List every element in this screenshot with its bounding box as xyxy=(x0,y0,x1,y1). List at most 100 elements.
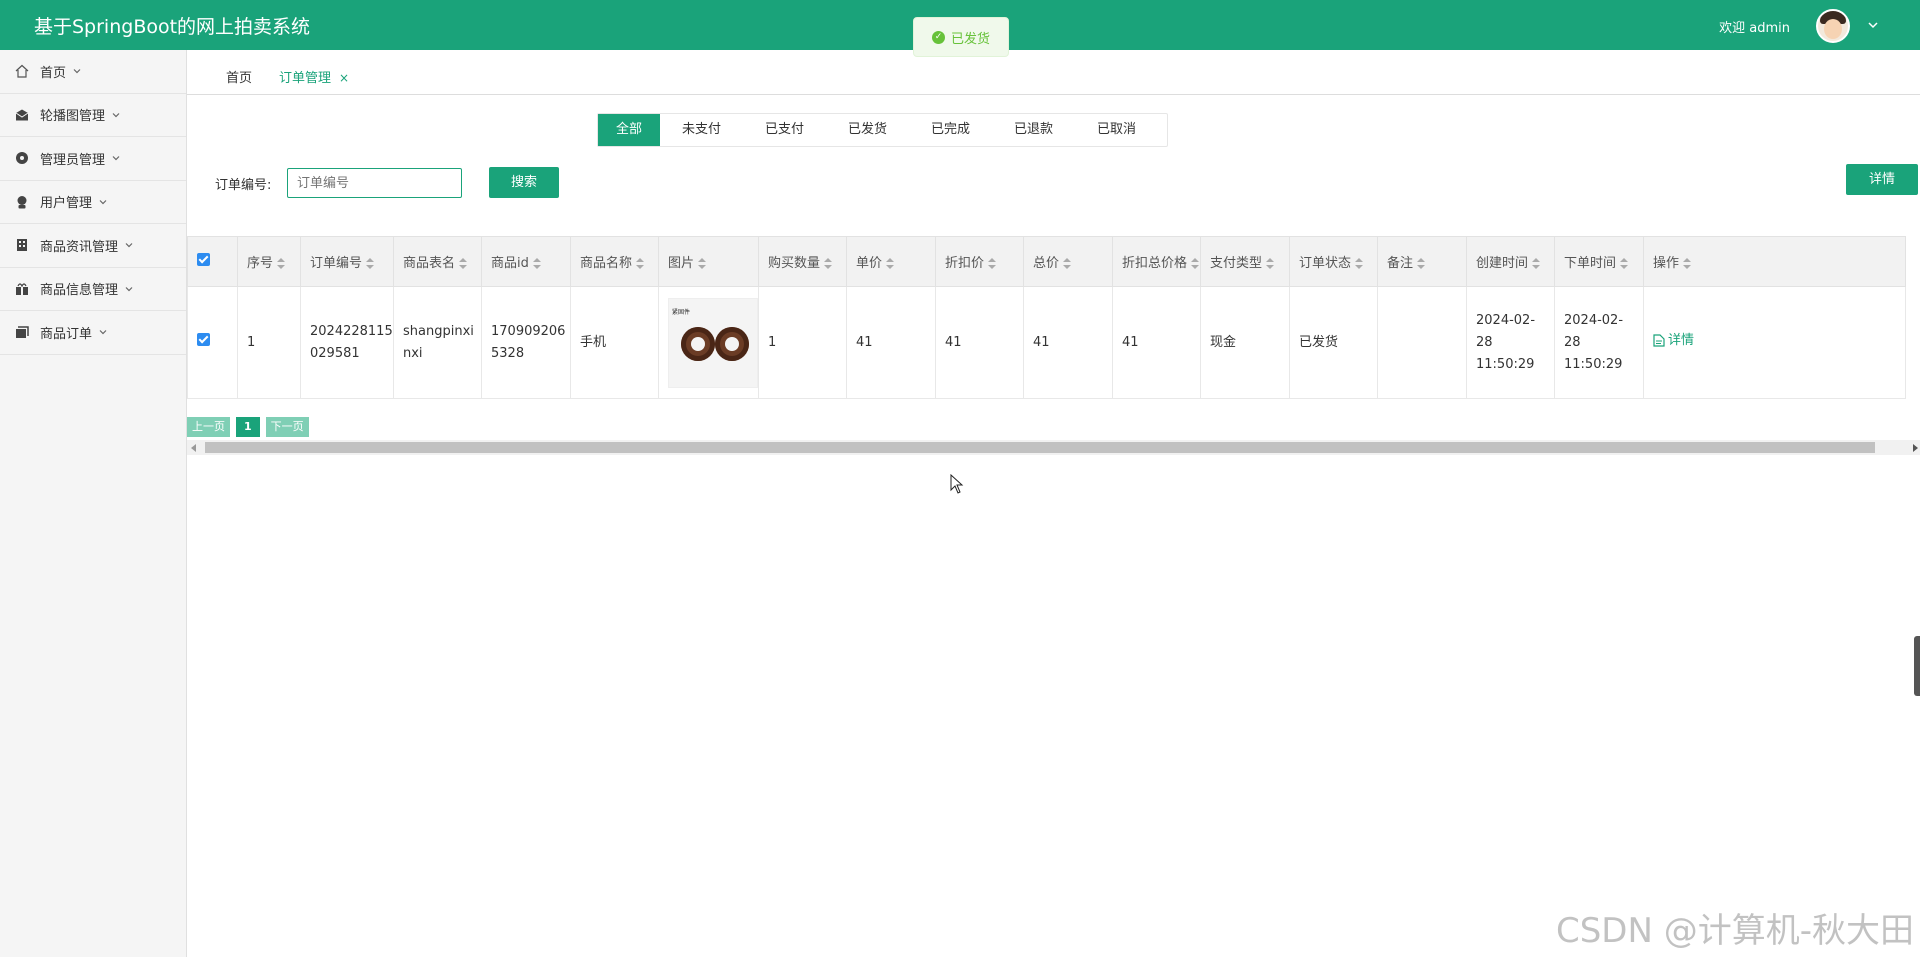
cell-created: 2024-02-28 11:50:29 xyxy=(1466,286,1555,399)
chevron-down-icon[interactable] xyxy=(1866,18,1880,32)
tab-order-management[interactable]: 订单管理 × xyxy=(279,67,349,86)
search-button[interactable]: 搜索 xyxy=(489,167,559,198)
col-header[interactable]: 总价 xyxy=(1023,236,1113,287)
sidebar-item-news[interactable]: 商品资讯管理 xyxy=(0,224,186,268)
col-header[interactable]: 下单时间 xyxy=(1554,236,1644,287)
col-header[interactable]: 订单状态 xyxy=(1289,236,1378,287)
status-tab-all[interactable]: 全部 xyxy=(598,114,660,146)
col-header[interactable]: 备注 xyxy=(1377,236,1467,287)
col-header[interactable]: 图片 xyxy=(658,236,759,287)
sort-icon xyxy=(277,257,286,270)
app-title: 基于SpringBoot的网上拍卖系统 xyxy=(34,16,311,38)
scroll-right-icon[interactable] xyxy=(1913,444,1918,452)
sidebar-item-users[interactable]: 用户管理 xyxy=(0,181,186,224)
sort-icon xyxy=(886,257,895,270)
status-tab-paid[interactable]: 已支付 xyxy=(743,114,826,146)
watermark: CSDN @计算机-秋大田 xyxy=(1555,911,1914,951)
row-checkbox[interactable] xyxy=(187,286,238,399)
cell-action: 详情 xyxy=(1643,286,1906,399)
cell-pay-type: 现金 xyxy=(1200,286,1290,399)
cell-status: 已发货 xyxy=(1289,286,1378,399)
select-all-checkbox[interactable] xyxy=(187,236,238,287)
sidebar-item-admins[interactable]: 管理员管理 xyxy=(0,137,186,181)
horizontal-scrollbar[interactable] xyxy=(187,440,1920,455)
col-header[interactable]: 支付类型 xyxy=(1200,236,1290,287)
product-image[interactable]: 紧固件 xyxy=(668,297,758,388)
sort-icon xyxy=(1191,257,1200,270)
toast-message: 已发货 xyxy=(951,31,991,47)
sort-icon xyxy=(532,257,541,270)
cell-discount-total: 41 xyxy=(1112,286,1201,399)
cell-remark xyxy=(1377,286,1467,399)
cell-unit-price: 41 xyxy=(846,286,936,399)
orders-table: 序号 订单编号 商品表名 商品id 商品名称 图片 购买数量 单价 折扣价 总价… xyxy=(187,236,1920,399)
col-header[interactable]: 购买数量 xyxy=(758,236,847,287)
avatar[interactable] xyxy=(1816,9,1850,43)
row-detail-link[interactable]: 详情 xyxy=(1653,330,1694,352)
col-header[interactable]: 订单编号 xyxy=(300,236,394,287)
chevron-down-icon xyxy=(112,112,120,118)
sidebar-item-products[interactable]: 商品信息管理 xyxy=(0,268,186,311)
next-page-button[interactable]: 下一页 xyxy=(265,417,309,437)
status-tab-shipped[interactable]: 已发货 xyxy=(826,114,909,146)
side-handle[interactable] xyxy=(1914,636,1920,696)
status-tab-unpaid[interactable]: 未支付 xyxy=(660,114,743,146)
sort-icon xyxy=(698,257,707,270)
chevron-down-icon xyxy=(99,199,107,205)
sort-icon xyxy=(636,257,645,270)
col-header[interactable]: 单价 xyxy=(846,236,936,287)
sidebar-item-home[interactable]: 首页 xyxy=(0,50,186,94)
status-tab-completed[interactable]: 已完成 xyxy=(909,114,992,146)
col-header[interactable]: 折扣价 xyxy=(935,236,1024,287)
sort-icon xyxy=(1355,257,1364,270)
status-tab-cancelled[interactable]: 已取消 xyxy=(1075,114,1158,146)
sort-icon xyxy=(1683,257,1692,270)
chevron-down-icon xyxy=(112,156,120,161)
mail-icon xyxy=(14,107,30,123)
tab-label: 订单管理 xyxy=(279,71,332,86)
col-header[interactable]: 商品id xyxy=(481,236,571,287)
scrollbar-thumb[interactable] xyxy=(205,442,1875,453)
sidebar-item-label: 商品资讯管理 xyxy=(40,239,119,255)
nut-shape xyxy=(681,326,715,361)
page-number-current[interactable]: 1 xyxy=(236,417,260,437)
image-label: 紧固件 xyxy=(672,308,691,316)
tab-home[interactable]: 首页 xyxy=(226,67,252,86)
table-row: 1 2024228115029581 shangpinxinxi 1709092… xyxy=(187,286,1906,399)
col-header[interactable]: 商品名称 xyxy=(570,236,659,287)
chevron-down-icon xyxy=(99,330,107,335)
sort-icon xyxy=(1620,257,1629,270)
sidebar-item-orders[interactable]: 商品订单 xyxy=(0,311,186,355)
cell-ordered: 2024-02-28 11:50:29 xyxy=(1554,286,1644,399)
cell-product-name: 手机 xyxy=(570,286,659,399)
table-header-row: 序号 订单编号 商品表名 商品id 商品名称 图片 购买数量 单价 折扣价 总价… xyxy=(187,236,1906,287)
sidebar-item-label: 用户管理 xyxy=(40,196,93,212)
order-no-input[interactable] xyxy=(287,168,462,198)
home-icon xyxy=(14,63,30,79)
cell-order-no: 2024228115029581 xyxy=(300,286,394,399)
pagination: 上一页 1 下一页 xyxy=(187,417,309,437)
cell-quantity: 1 xyxy=(758,286,847,399)
cell-index: 1 xyxy=(237,286,301,399)
sidebar-item-carousel[interactable]: 轮播图管理 xyxy=(0,94,186,137)
chevron-down-icon xyxy=(125,286,133,292)
cell-table-name: shangpinxinxi xyxy=(393,286,482,399)
prev-page-button[interactable]: 上一页 xyxy=(187,417,230,437)
col-header[interactable]: 折扣总价格 xyxy=(1112,236,1201,287)
user-icon xyxy=(14,194,30,210)
close-icon[interactable]: × xyxy=(339,71,349,85)
col-header[interactable]: 序号 xyxy=(237,236,301,287)
scroll-left-icon[interactable] xyxy=(191,444,196,452)
sidebar-item-label: 轮播图管理 xyxy=(40,109,106,125)
sidebar-item-label: 首页 xyxy=(40,65,67,81)
col-header[interactable]: 商品表名 xyxy=(393,236,482,287)
building-icon xyxy=(14,237,30,253)
sort-icon xyxy=(824,257,833,270)
sort-icon xyxy=(1063,257,1072,270)
status-tab-refunded[interactable]: 已退款 xyxy=(992,114,1075,146)
col-header[interactable]: 创建时间 xyxy=(1466,236,1555,287)
detail-button[interactable]: 详情 xyxy=(1846,164,1918,195)
col-header[interactable]: 操作 xyxy=(1643,236,1906,287)
cell-total: 41 xyxy=(1023,286,1113,399)
chevron-down-icon xyxy=(125,243,133,248)
